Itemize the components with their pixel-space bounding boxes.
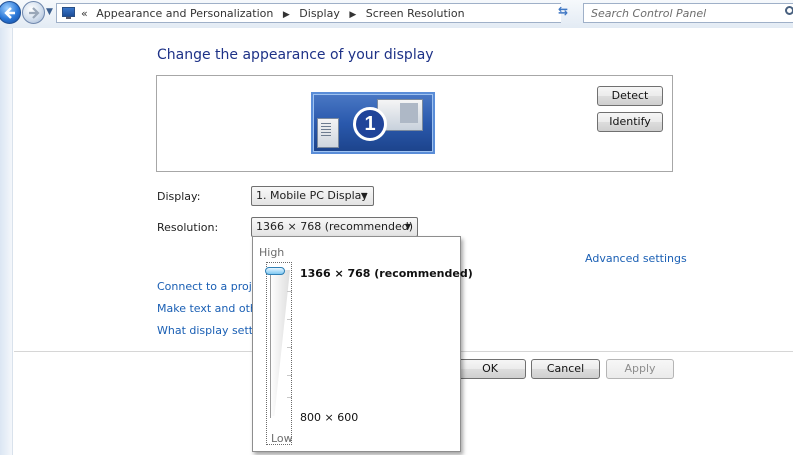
detect-button[interactable]: Detect [597, 86, 663, 106]
connect-projector-link[interactable]: Connect to a projec [157, 280, 265, 293]
min-resolution-label: 800 × 600 [300, 411, 359, 424]
resolution-select[interactable]: 1366 × 768 (recommended) ▼ [251, 217, 418, 237]
monitor-preview-area: 1 Detect Identify [156, 75, 673, 172]
display-select[interactable]: 1. Mobile PC Display ▼ [251, 186, 374, 206]
chevron-down-icon: ▼ [360, 191, 367, 200]
search-icon[interactable] [785, 6, 793, 15]
forward-button[interactable] [22, 1, 45, 24]
refresh-icon[interactable]: ⇆ [558, 4, 568, 18]
monitor-1-icon[interactable]: 1 [311, 92, 435, 154]
slider-tick [287, 319, 292, 320]
page-title: Change the appearance of your display [157, 47, 434, 63]
back-button[interactable] [0, 1, 21, 24]
window-thumbnail-icon [317, 118, 339, 148]
breadcrumb-screen-resolution[interactable]: Screen Resolution [366, 7, 465, 20]
low-label: Low [271, 432, 293, 445]
resolution-select-value: 1366 × 768 (recommended) [256, 220, 414, 233]
slider-rail [270, 268, 271, 418]
back-arrow-icon [4, 7, 15, 19]
slider-tick [287, 397, 292, 398]
chevron-down-icon: ▼ [404, 222, 411, 231]
apply-button[interactable]: Apply [606, 359, 674, 379]
control-panel-icon [62, 7, 75, 19]
slider-thumb[interactable] [265, 267, 285, 275]
breadcrumb-separator-icon[interactable]: ▶ [277, 10, 296, 20]
max-resolution-label: 1366 × 768 (recommended) [300, 267, 473, 280]
display-select-value: 1. Mobile PC Display [256, 189, 368, 202]
address-bar: ▼ « Appearance and Personalization ▶ Dis… [0, 0, 793, 28]
navigation-pane [0, 28, 13, 455]
display-label: Display: [157, 190, 201, 203]
high-label: High [259, 246, 285, 259]
monitor-number-badge: 1 [353, 107, 387, 141]
search-placeholder: Search Control Panel [591, 7, 707, 20]
breadcrumb-separator-icon[interactable]: ▶ [343, 10, 362, 20]
identify-button[interactable]: Identify [597, 112, 663, 132]
breadcrumb: « Appearance and Personalization ▶ Displ… [81, 7, 465, 20]
breadcrumb-overflow[interactable]: « [81, 7, 88, 20]
cancel-button[interactable]: Cancel [531, 359, 600, 379]
recent-pages-dropdown-icon[interactable]: ▼ [46, 7, 53, 17]
advanced-settings-link[interactable]: Advanced settings [585, 252, 687, 265]
resolution-label: Resolution: [157, 221, 219, 234]
breadcrumb-appearance[interactable]: Appearance and Personalization [91, 7, 273, 20]
forward-arrow-icon [29, 7, 40, 19]
resolution-dropdown-panel: High 1366 × 768 (recommended) 800 × 600 … [252, 236, 473, 452]
slider-tick [287, 347, 292, 348]
address-field[interactable]: « Appearance and Personalization ▶ Displ… [56, 3, 602, 23]
ok-button[interactable]: OK [454, 359, 526, 379]
breadcrumb-display[interactable]: Display [299, 7, 340, 20]
slider-tick [287, 375, 292, 376]
slider-tick [287, 291, 292, 292]
search-input[interactable]: Search Control Panel [583, 3, 793, 23]
